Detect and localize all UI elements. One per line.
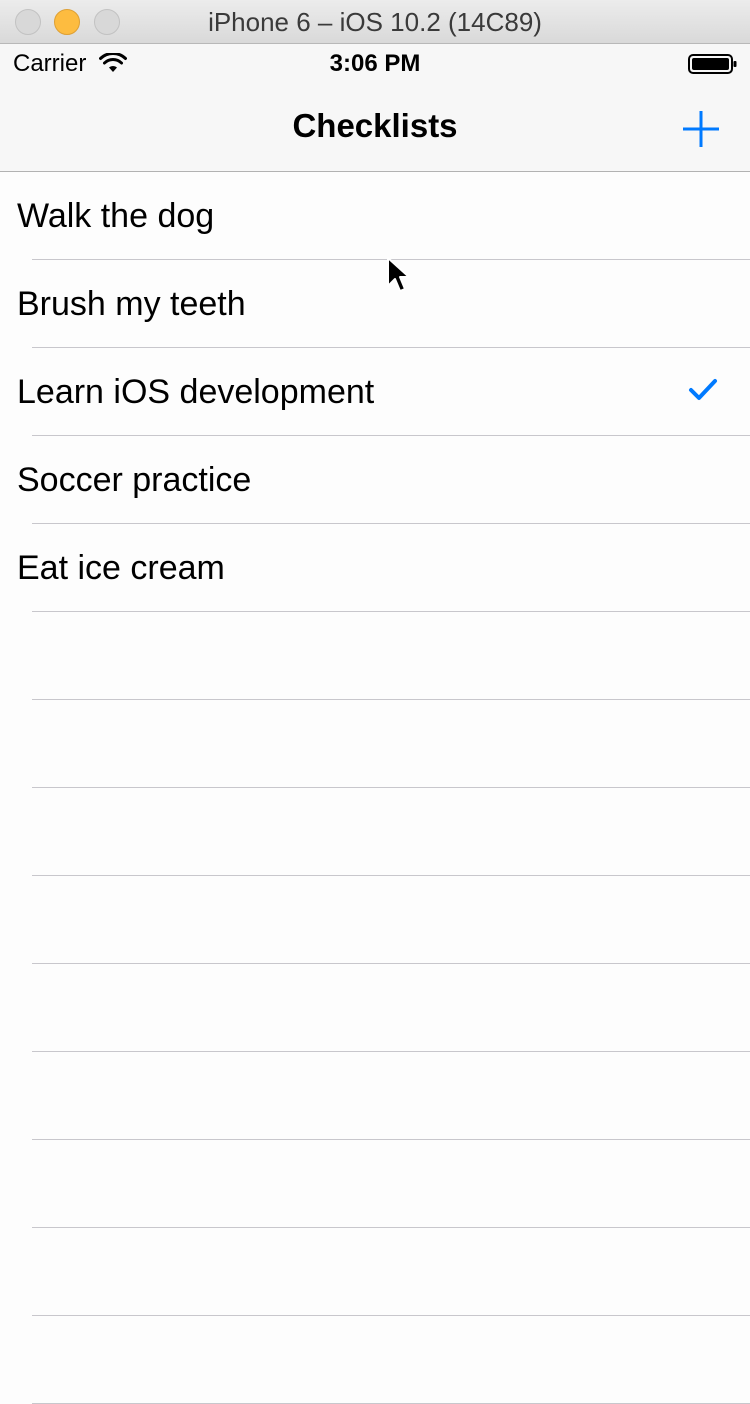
row-label: Brush my teeth — [17, 285, 246, 323]
page-title: Checklists — [292, 107, 458, 144]
empty-row — [0, 876, 750, 964]
plus-icon — [683, 111, 719, 147]
add-item-button[interactable] — [680, 108, 722, 150]
status-time: 3:06 PM — [329, 50, 421, 77]
checklist-table: Walk the dog Brush my teeth Learn iOS de… — [0, 172, 750, 1404]
empty-row — [0, 700, 750, 788]
empty-row — [0, 1052, 750, 1140]
table-row[interactable]: Eat ice cream — [0, 524, 750, 612]
empty-row — [0, 1140, 750, 1228]
table-row[interactable]: Walk the dog — [0, 172, 750, 260]
status-bar: Carrier 3:06 PM — [0, 44, 750, 84]
empty-row — [0, 788, 750, 876]
window-title: iPhone 6 – iOS 10.2 (14C89) — [208, 7, 542, 37]
row-label: Learn iOS development — [17, 373, 375, 411]
table-row[interactable]: Brush my teeth — [0, 260, 750, 348]
table-row[interactable]: Soccer practice — [0, 436, 750, 524]
empty-row — [0, 1228, 750, 1316]
checkmark-icon — [689, 379, 717, 400]
empty-row — [0, 612, 750, 700]
empty-row — [0, 964, 750, 1052]
battery-icon — [688, 54, 737, 74]
row-label: Walk the dog — [17, 197, 215, 235]
table-row[interactable]: Learn iOS development — [0, 348, 750, 436]
navigation-bar: Checklists — [0, 84, 750, 172]
empty-row — [0, 1316, 750, 1404]
row-label: Eat ice cream — [17, 549, 225, 587]
simulator-title-bar: iPhone 6 – iOS 10.2 (14C89) — [0, 0, 750, 44]
row-label: Soccer practice — [17, 461, 252, 499]
